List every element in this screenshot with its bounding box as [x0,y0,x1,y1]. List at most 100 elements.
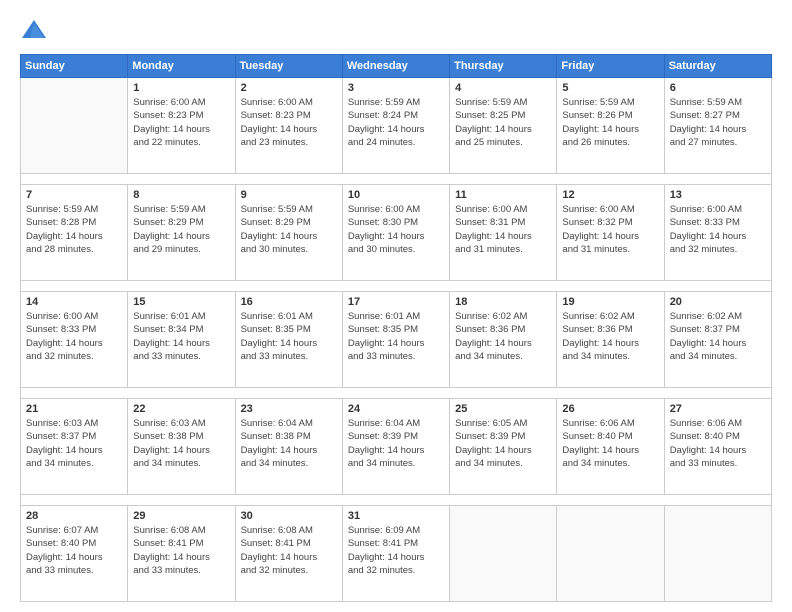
day-number: 24 [348,403,444,415]
day-info: Sunrise: 6:04 AM Sunset: 8:38 PM Dayligh… [241,417,337,470]
day-cell: 20Sunrise: 6:02 AM Sunset: 8:37 PM Dayli… [664,292,771,388]
day-number: 27 [670,403,766,415]
week-row-2: 7 Sunrise: 5:59 AM Sunset: 8:28 PM Daylig… [21,185,772,281]
day-number: 21 [26,403,122,415]
day-info: Sunrise: 6:01 AM Sunset: 8:34 PM Dayligh… [133,310,229,363]
day-number: 23 [241,403,337,415]
day-cell: 6 Sunrise: 5:59 AM Sunset: 8:27 PM Daylig… [664,78,771,174]
day-number: 28 [26,510,122,522]
day-number: 9 [241,189,337,201]
calendar: SundayMondayTuesdayWednesdayThursdayFrid… [20,54,772,602]
day-cell: 10 Sunrise: 6:00 AM Sunset: 8:30 PM Dayli… [342,185,449,281]
day-number: 5 [562,82,658,94]
day-number: 14 [26,296,122,308]
calendar-header-sunday: Sunday [21,55,128,78]
day-number: 25 [455,403,551,415]
day-number: 29 [133,510,229,522]
day-number: 10 [348,189,444,201]
day-info: Sunrise: 5:59 AM Sunset: 8:29 PM Dayligh… [241,203,337,256]
day-cell: 4 Sunrise: 5:59 AM Sunset: 8:25 PM Daylig… [450,78,557,174]
day-cell: 29 Sunrise: 6:08 AM Sunset: 8:41 PM Dayli… [128,506,235,602]
day-number: 22 [133,403,229,415]
day-number: 16 [241,296,337,308]
day-info: Sunrise: 6:05 AM Sunset: 8:39 PM Dayligh… [455,417,551,470]
day-info: Sunrise: 6:00 AM Sunset: 8:32 PM Dayligh… [562,203,658,256]
calendar-header-wednesday: Wednesday [342,55,449,78]
day-cell: 13Sunrise: 6:00 AM Sunset: 8:33 PM Dayli… [664,185,771,281]
day-info: Sunrise: 6:00 AM Sunset: 8:33 PM Dayligh… [26,310,122,363]
day-cell: 19 Sunrise: 6:02 AM Sunset: 8:36 PM Dayli… [557,292,664,388]
calendar-header-thursday: Thursday [450,55,557,78]
day-number: 31 [348,510,444,522]
day-number: 11 [455,189,551,201]
day-number: 30 [241,510,337,522]
day-cell: 11 Sunrise: 6:00 AM Sunset: 8:31 PM Dayli… [450,185,557,281]
day-info: Sunrise: 6:06 AM Sunset: 8:40 PM Dayligh… [670,417,766,470]
day-info: Sunrise: 6:02 AM Sunset: 8:36 PM Dayligh… [562,310,658,363]
day-info: Sunrise: 6:00 AM Sunset: 8:31 PM Dayligh… [455,203,551,256]
day-number: 2 [241,82,337,94]
day-cell: 12 Sunrise: 6:00 AM Sunset: 8:32 PM Dayli… [557,185,664,281]
day-cell: 26 Sunrise: 6:06 AM Sunset: 8:40 PM Dayli… [557,399,664,495]
day-info: Sunrise: 6:00 AM Sunset: 8:23 PM Dayligh… [133,96,229,149]
day-cell: 15Sunrise: 6:01 AM Sunset: 8:34 PM Dayli… [128,292,235,388]
day-cell: 5 Sunrise: 5:59 AM Sunset: 8:26 PM Daylig… [557,78,664,174]
day-info: Sunrise: 5:59 AM Sunset: 8:26 PM Dayligh… [562,96,658,149]
week-row-3: 14 Sunrise: 6:00 AM Sunset: 8:33 PM Dayli… [21,292,772,388]
week-row-4: 21 Sunrise: 6:03 AM Sunset: 8:37 PM Dayli… [21,399,772,495]
day-info: Sunrise: 5:59 AM Sunset: 8:24 PM Dayligh… [348,96,444,149]
separator-cell [21,173,772,184]
day-number: 12 [562,189,658,201]
day-cell [450,506,557,602]
week-row-5: 28Sunrise: 6:07 AM Sunset: 8:40 PM Dayli… [21,506,772,602]
day-cell: 1Sunrise: 6:00 AM Sunset: 8:23 PM Daylig… [128,78,235,174]
week-separator [21,173,772,184]
day-cell: 21 Sunrise: 6:03 AM Sunset: 8:37 PM Dayli… [21,399,128,495]
day-cell: 18Sunrise: 6:02 AM Sunset: 8:36 PM Dayli… [450,292,557,388]
calendar-header-monday: Monday [128,55,235,78]
calendar-header-friday: Friday [557,55,664,78]
day-info: Sunrise: 6:03 AM Sunset: 8:38 PM Dayligh… [133,417,229,470]
day-number: 6 [670,82,766,94]
day-number: 7 [26,189,122,201]
day-info: Sunrise: 5:59 AM Sunset: 8:27 PM Dayligh… [670,96,766,149]
day-cell [557,506,664,602]
day-info: Sunrise: 6:08 AM Sunset: 8:41 PM Dayligh… [241,524,337,577]
day-cell: 7 Sunrise: 5:59 AM Sunset: 8:28 PM Daylig… [21,185,128,281]
logo-icon [20,18,48,46]
day-info: Sunrise: 5:59 AM Sunset: 8:28 PM Dayligh… [26,203,122,256]
logo [20,18,52,46]
day-info: Sunrise: 5:59 AM Sunset: 8:25 PM Dayligh… [455,96,551,149]
day-cell: 16 Sunrise: 6:01 AM Sunset: 8:35 PM Dayli… [235,292,342,388]
day-number: 19 [562,296,658,308]
separator-cell [21,387,772,398]
day-info: Sunrise: 6:00 AM Sunset: 8:23 PM Dayligh… [241,96,337,149]
day-number: 17 [348,296,444,308]
day-info: Sunrise: 6:01 AM Sunset: 8:35 PM Dayligh… [241,310,337,363]
day-info: Sunrise: 6:00 AM Sunset: 8:33 PM Dayligh… [670,203,766,256]
day-cell: 23 Sunrise: 6:04 AM Sunset: 8:38 PM Dayli… [235,399,342,495]
day-cell [664,506,771,602]
day-cell: 30 Sunrise: 6:08 AM Sunset: 8:41 PM Dayli… [235,506,342,602]
calendar-header-saturday: Saturday [664,55,771,78]
day-info: Sunrise: 6:00 AM Sunset: 8:30 PM Dayligh… [348,203,444,256]
header [20,18,772,46]
day-info: Sunrise: 6:03 AM Sunset: 8:37 PM Dayligh… [26,417,122,470]
day-info: Sunrise: 6:08 AM Sunset: 8:41 PM Dayligh… [133,524,229,577]
day-info: Sunrise: 6:02 AM Sunset: 8:37 PM Dayligh… [670,310,766,363]
day-info: Sunrise: 5:59 AM Sunset: 8:29 PM Dayligh… [133,203,229,256]
day-cell: 28Sunrise: 6:07 AM Sunset: 8:40 PM Dayli… [21,506,128,602]
day-cell: 24 Sunrise: 6:04 AM Sunset: 8:39 PM Dayli… [342,399,449,495]
week-separator [21,280,772,291]
day-cell [21,78,128,174]
calendar-header-tuesday: Tuesday [235,55,342,78]
page: SundayMondayTuesdayWednesdayThursdayFrid… [0,0,792,612]
day-cell: 9 Sunrise: 5:59 AM Sunset: 8:29 PM Daylig… [235,185,342,281]
day-info: Sunrise: 6:04 AM Sunset: 8:39 PM Dayligh… [348,417,444,470]
day-number: 3 [348,82,444,94]
day-number: 26 [562,403,658,415]
day-number: 4 [455,82,551,94]
day-info: Sunrise: 6:06 AM Sunset: 8:40 PM Dayligh… [562,417,658,470]
calendar-header-row: SundayMondayTuesdayWednesdayThursdayFrid… [21,55,772,78]
week-separator [21,494,772,505]
